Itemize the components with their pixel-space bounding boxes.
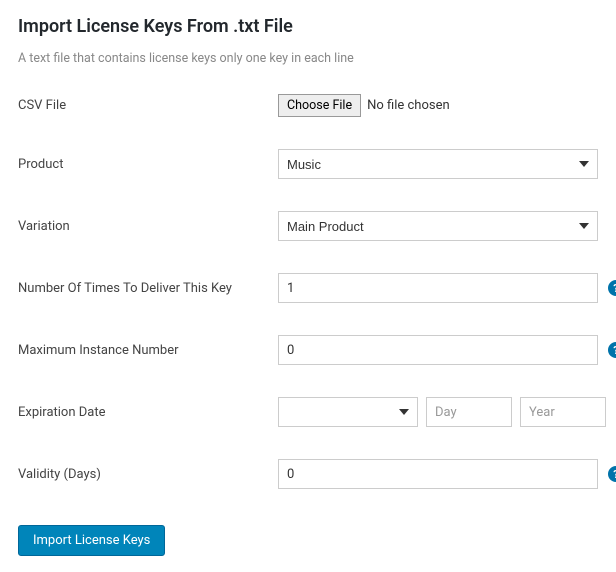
help-icon[interactable]: ? <box>608 466 616 482</box>
label-deliver-count: Number Of Times To Deliver This Key <box>18 281 278 296</box>
choose-file-button[interactable]: Choose File <box>278 94 361 117</box>
label-product: Product <box>18 157 278 172</box>
import-license-keys-button[interactable]: Import License Keys <box>18 525 165 556</box>
help-icon[interactable]: ? <box>608 342 616 358</box>
page-title: Import License Keys From .txt File <box>18 16 598 37</box>
file-status-text: No file chosen <box>367 98 450 113</box>
expiration-year-input[interactable] <box>520 397 606 427</box>
label-expiration: Expiration Date <box>18 405 278 420</box>
row-deliver-count: Number Of Times To Deliver This Key ? <box>18 273 598 303</box>
max-instance-input[interactable] <box>278 335 598 365</box>
row-csv-file: CSV File Choose File No file chosen <box>18 94 598 117</box>
row-validity: Validity (Days) ? <box>18 459 598 489</box>
label-max-instance: Maximum Instance Number <box>18 343 278 358</box>
deliver-count-input[interactable] <box>278 273 598 303</box>
product-select[interactable]: Music <box>278 149 598 179</box>
page-description: A text file that contains license keys o… <box>18 51 598 66</box>
row-variation: Variation Main Product <box>18 211 598 241</box>
variation-select[interactable]: Main Product <box>278 211 598 241</box>
label-variation: Variation <box>18 219 278 234</box>
help-icon[interactable]: ? <box>608 280 616 296</box>
expiration-month-select[interactable] <box>278 397 418 427</box>
row-max-instance: Maximum Instance Number ? <box>18 335 598 365</box>
label-validity: Validity (Days) <box>18 467 278 482</box>
validity-input[interactable] <box>278 459 598 489</box>
expiration-day-input[interactable] <box>426 397 512 427</box>
label-csv-file: CSV File <box>18 98 278 113</box>
row-expiration: Expiration Date ? <box>18 397 598 427</box>
row-product: Product Music <box>18 149 598 179</box>
